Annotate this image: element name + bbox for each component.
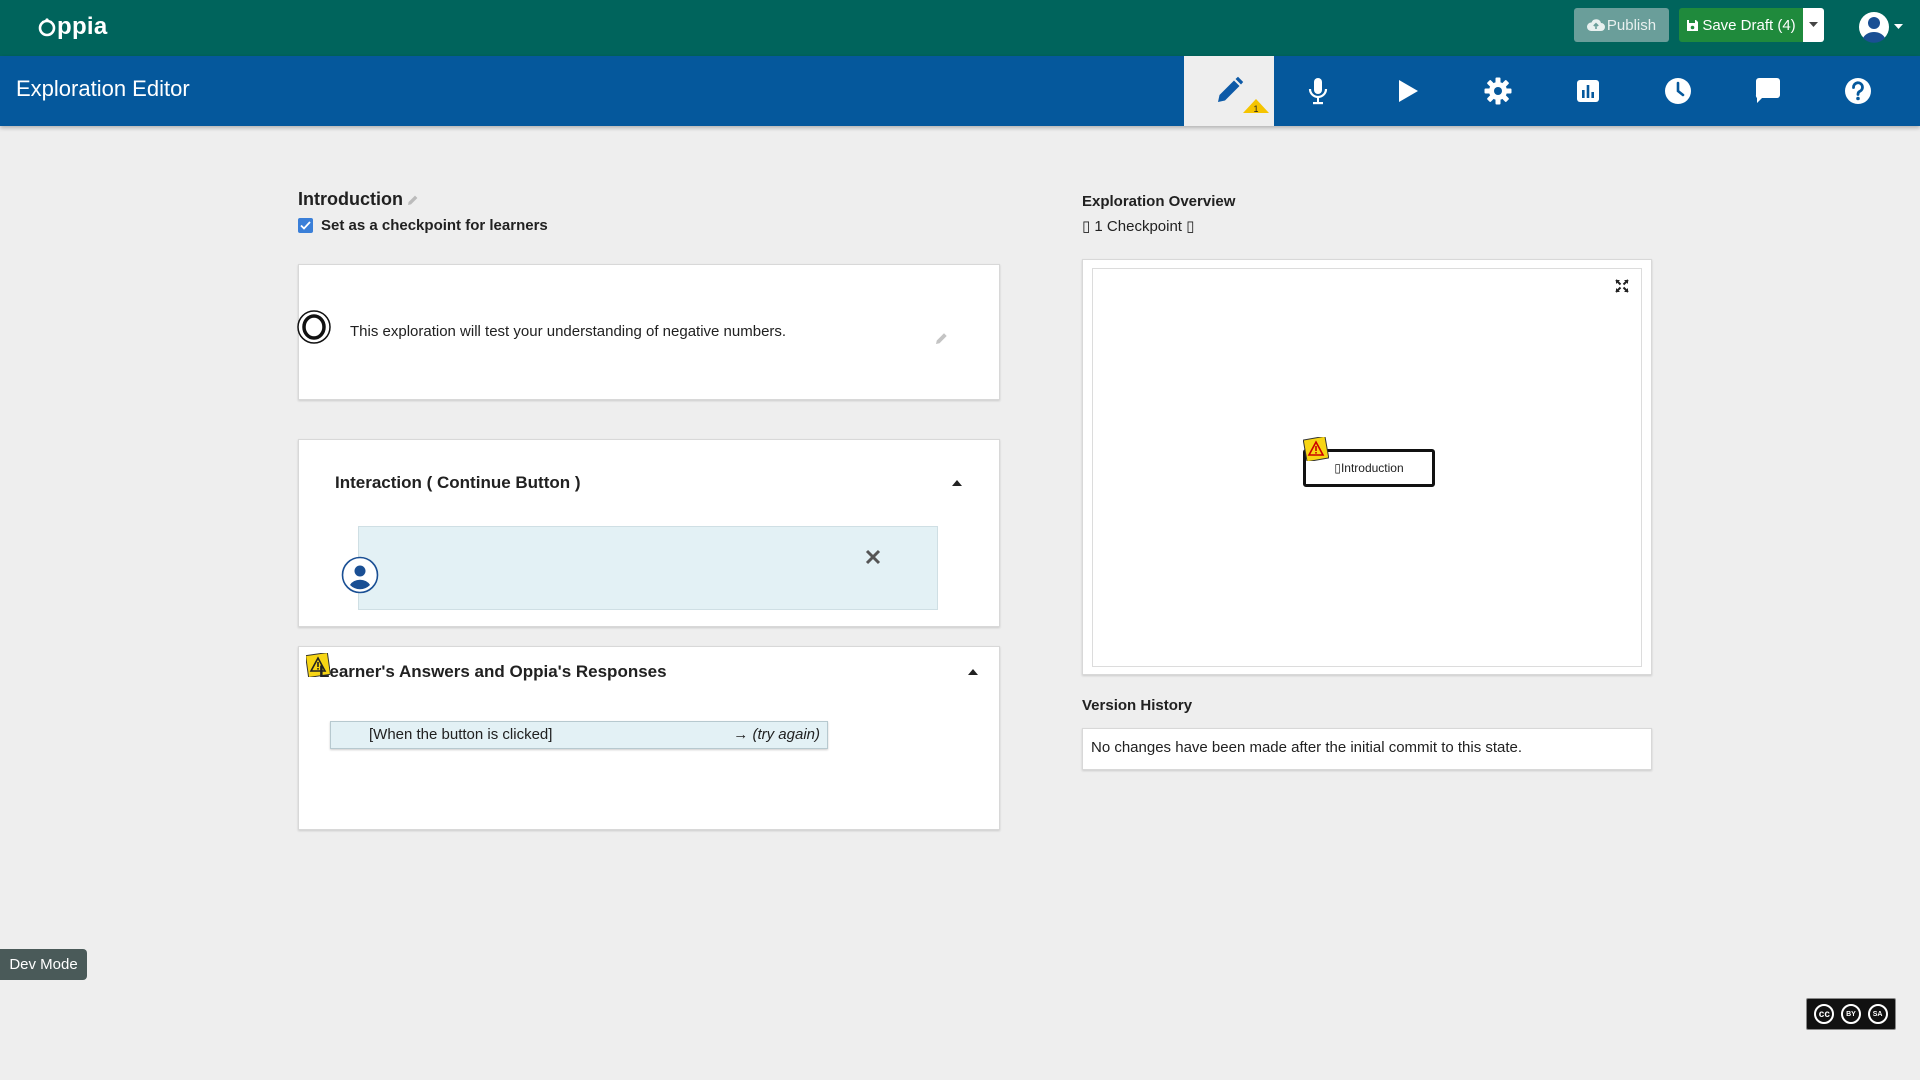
oppia-logo[interactable]: ppia (38, 12, 108, 42)
version-history-card: No changes have been made after the init… (1082, 728, 1652, 770)
edit-state-name-icon[interactable] (407, 194, 419, 206)
checkpoint-label: Set as a checkpoint for learners (321, 217, 548, 234)
publish-label: Publish (1606, 16, 1657, 34)
state-content-card[interactable]: This exploration will test your understa… (297, 264, 1000, 400)
by-icon: BY (1840, 1004, 1861, 1024)
play-icon (1399, 80, 1418, 102)
learner-avatar-icon (341, 556, 379, 594)
version-history-title: Version History (1082, 697, 1193, 714)
dev-mode-badge: Dev Mode (0, 949, 87, 980)
sa-icon: SA (1867, 1004, 1888, 1024)
content-circle-icon (297, 310, 331, 344)
tab-translation[interactable] (1273, 56, 1363, 126)
close-icon[interactable] (865, 549, 881, 565)
save-draft-button[interactable]: Save Draft (4) (1679, 8, 1803, 42)
warning-icon: 1 (1243, 99, 1269, 114)
tab-history[interactable] (1633, 56, 1723, 126)
state-name-text: Introduction (298, 189, 403, 209)
bar-chart-icon (1577, 80, 1599, 102)
save-draft-label: Save Draft (4) (1702, 16, 1796, 34)
response-rule-item[interactable]: [When the button is clicked] → (try agai… (330, 721, 828, 749)
exploration-overview-title: Exploration Overview (1082, 193, 1236, 210)
save-icon (1687, 19, 1699, 31)
warning-icon (1303, 437, 1329, 461)
expand-icon[interactable] (1615, 279, 1629, 293)
oppia-logo-icon (38, 18, 56, 37)
interaction-preview[interactable] (358, 526, 938, 610)
pencil-icon (1218, 76, 1244, 102)
tab-preview[interactable] (1363, 56, 1453, 126)
editor-subnav: Exploration Editor 1 (0, 56, 1920, 126)
collapse-interaction-icon[interactable] (952, 480, 962, 486)
microphone-icon (1308, 78, 1328, 105)
tab-help[interactable] (1813, 56, 1903, 126)
cloud-upload-icon (1586, 19, 1605, 31)
rule-condition-text: [When the button is clicked] (369, 726, 553, 743)
comment-icon (1755, 78, 1780, 103)
state-name-heading: Introduction (298, 189, 419, 210)
cc-icon: cc (1814, 1004, 1835, 1024)
gear-icon (1484, 77, 1512, 105)
avatar-icon (1859, 12, 1889, 43)
edit-content-icon[interactable] (935, 331, 949, 345)
collapse-responses-icon[interactable] (968, 669, 978, 675)
logo-text: ppia (57, 13, 108, 40)
tab-statistics[interactable] (1543, 56, 1633, 126)
interaction-title: Interaction ( Continue Button ) (335, 473, 581, 492)
exploration-graph-card: ▯Introduction (1082, 259, 1652, 675)
caret-down-icon (1894, 24, 1903, 29)
graph-node-label: ▯Introduction (1334, 461, 1404, 475)
page-title: Exploration Editor (16, 76, 190, 101)
caret-down-icon (1809, 22, 1818, 27)
profile-dropdown[interactable] (1858, 11, 1904, 43)
responses-card: Learner's Answers and Oppia's Responses … (298, 646, 1000, 830)
question-icon (1845, 78, 1871, 104)
tab-editor[interactable]: 1 (1184, 56, 1274, 126)
check-icon (300, 221, 311, 230)
warning-count: 1 (1253, 104, 1258, 114)
exploration-graph[interactable]: ▯Introduction (1092, 268, 1642, 667)
save-options-dropdown[interactable] (1803, 8, 1824, 42)
checkpoint-checkbox[interactable] (298, 218, 313, 233)
top-navbar: ppia Publish Save Draft (4) (0, 0, 1920, 56)
rule-destination-text: → (try again) (733, 726, 820, 743)
responses-title: Learner's Answers and Oppia's Responses (319, 662, 667, 681)
checkpoint-count: ▯ 1 Checkpoint ▯ (1082, 218, 1195, 235)
publish-button[interactable]: Publish (1574, 8, 1669, 42)
version-history-text: No changes have been made after the init… (1091, 739, 1523, 756)
checkpoint-row: Set as a checkpoint for learners (298, 217, 548, 234)
tab-settings[interactable] (1453, 56, 1543, 126)
tab-feedback[interactable] (1723, 56, 1813, 126)
interaction-card: Interaction ( Continue Button ) (298, 439, 1000, 627)
clock-icon (1665, 78, 1691, 104)
content-text: This exploration will test your understa… (350, 323, 787, 340)
cc-license-badge[interactable]: cc BY SA (1806, 998, 1896, 1030)
